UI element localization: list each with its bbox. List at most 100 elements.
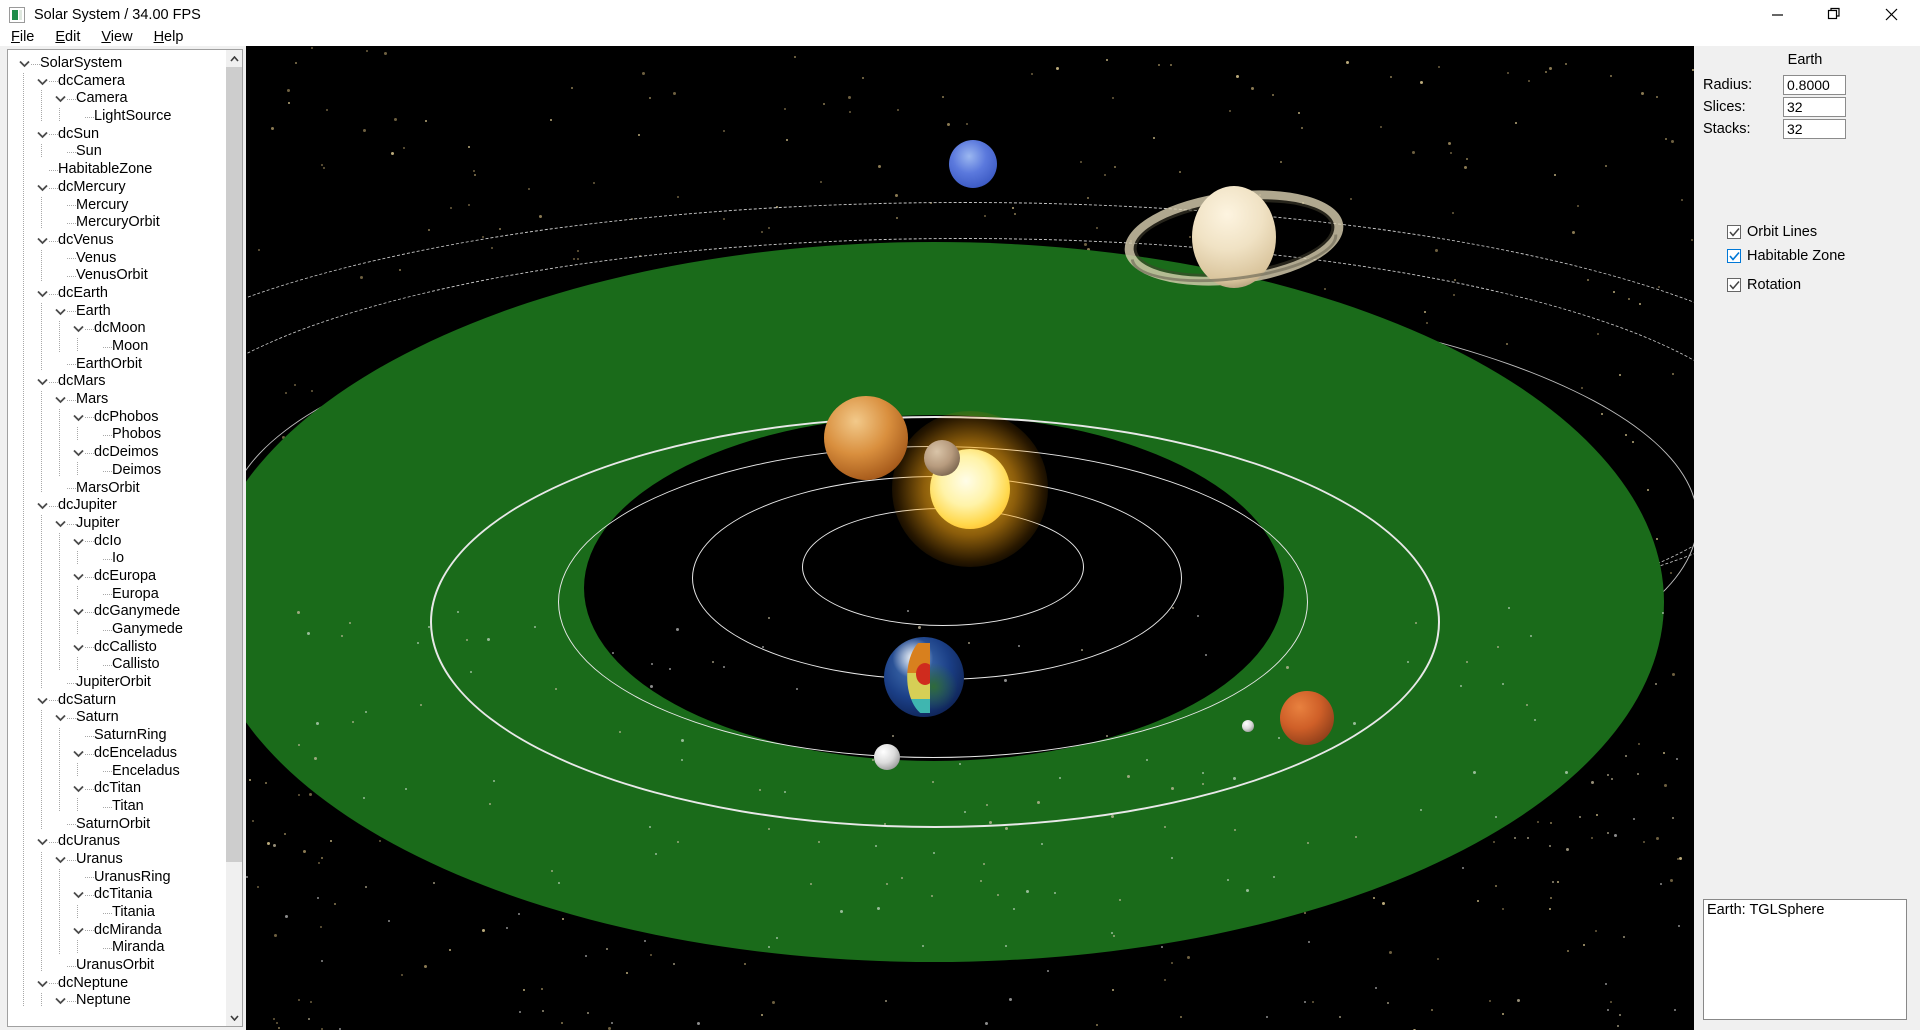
chevron-down-icon[interactable] — [54, 709, 67, 727]
chevron-down-icon[interactable] — [72, 780, 85, 798]
menu-view[interactable]: View — [97, 29, 136, 46]
checkbox-habitable-zone[interactable]: Habitable Zone — [1727, 248, 1845, 264]
checkbox-habitable-zone-box[interactable] — [1727, 249, 1741, 263]
tree-node-label: Uranus — [76, 850, 123, 867]
mars-body[interactable] — [1280, 691, 1334, 745]
star — [315, 722, 319, 726]
tree-node-dcJupiter[interactable]: dcJupiter — [8, 497, 225, 515]
chevron-down-icon[interactable] — [36, 497, 49, 515]
tree-node-dcMars[interactable]: dcMars — [8, 373, 225, 391]
chevron-down-icon[interactable] — [72, 886, 85, 904]
chevron-down-icon[interactable] — [36, 373, 49, 391]
star — [362, 796, 365, 799]
slices-input[interactable] — [1783, 97, 1846, 117]
star — [1110, 815, 1114, 819]
checkbox-rotation[interactable]: Rotation — [1727, 277, 1801, 293]
tree-scrollbar-thumb[interactable] — [226, 67, 242, 862]
tree-node-label: MarsOrbit — [76, 479, 140, 496]
chevron-down-icon[interactable] — [36, 126, 49, 144]
chevron-down-icon[interactable] — [18, 55, 31, 73]
chevron-down-icon[interactable] — [72, 409, 85, 427]
checkbox-orbit-lines[interactable]: Orbit Lines — [1727, 224, 1817, 240]
tree-scrollbar[interactable] — [225, 50, 242, 1026]
chevron-down-icon[interactable] — [36, 179, 49, 197]
tree-node-dcMercury[interactable]: dcMercury — [8, 179, 225, 197]
checkbox-rotation-box[interactable] — [1727, 278, 1741, 292]
tree-connector — [85, 444, 94, 462]
close-button[interactable] — [1863, 0, 1920, 29]
star — [364, 886, 367, 889]
star — [297, 611, 301, 615]
star — [1579, 816, 1582, 818]
chevron-down-icon[interactable] — [72, 568, 85, 586]
tree-node-dcVenus[interactable]: dcVenus — [8, 232, 225, 250]
chevron-down-icon[interactable] — [72, 745, 85, 763]
moon-body[interactable] — [874, 744, 900, 770]
chevron-down-icon[interactable] — [54, 90, 67, 108]
tree-node-dcCamera[interactable]: dcCamera — [8, 73, 225, 91]
neptune-body[interactable] — [949, 140, 997, 188]
star — [586, 1012, 589, 1015]
menu-help[interactable]: Help — [150, 29, 188, 46]
maximize-button[interactable] — [1806, 0, 1863, 29]
venus-body[interactable] — [824, 396, 908, 480]
tree-node-dcSaturn[interactable]: dcSaturn — [8, 692, 225, 710]
menubar: File Edit View Help — [0, 29, 1920, 46]
star — [1005, 826, 1009, 830]
chevron-down-icon[interactable] — [54, 303, 67, 321]
chevron-down-icon[interactable] — [72, 320, 85, 338]
radius-input[interactable] — [1783, 75, 1846, 95]
chevron-down-icon[interactable] — [36, 285, 49, 303]
checkbox-orbit-lines-box[interactable] — [1727, 225, 1741, 239]
tree-node-label: Jupiter — [76, 514, 120, 531]
scroll-up-icon[interactable] — [226, 50, 242, 67]
chevron-down-icon[interactable] — [36, 833, 49, 851]
tree-scrollbar-track[interactable] — [226, 67, 242, 1009]
scene-viewport-3d[interactable] — [246, 46, 1694, 1030]
chevron-down-icon[interactable] — [54, 391, 67, 409]
tree-node-dcNeptune[interactable]: dcNeptune — [8, 975, 225, 993]
chevron-down-icon[interactable] — [36, 232, 49, 250]
tree-connector — [103, 656, 112, 674]
chevron-down-icon[interactable] — [72, 922, 85, 940]
stacks-input[interactable] — [1783, 119, 1846, 139]
tree-node-dcEarth[interactable]: dcEarth — [8, 285, 225, 303]
menu-file[interactable]: File — [7, 29, 38, 46]
chevron-down-icon[interactable] — [36, 975, 49, 993]
chevron-down-icon[interactable] — [54, 515, 67, 533]
chevron-down-icon[interactable] — [72, 639, 85, 657]
earth-body[interactable] — [884, 637, 964, 717]
chevron-down-icon[interactable] — [72, 444, 85, 462]
chevron-down-icon[interactable] — [36, 692, 49, 710]
tree-node-label: dcMiranda — [94, 921, 162, 938]
chevron-down-icon[interactable] — [36, 73, 49, 91]
tree-node-label: Deimos — [112, 461, 162, 478]
star — [1529, 635, 1532, 638]
tree-connector — [67, 90, 76, 108]
chevron-down-icon[interactable] — [54, 992, 67, 1010]
chevron-down-icon[interactable] — [54, 851, 67, 869]
phobos-body[interactable] — [1242, 720, 1254, 732]
star — [517, 913, 520, 916]
tree-node-SolarSystem[interactable]: SolarSystem — [8, 55, 225, 73]
scene-tree-panel: SolarSystem dcCamera Camera LightSource dcSu… — [7, 49, 243, 1027]
chevron-down-icon[interactable] — [72, 603, 85, 621]
minimize-button[interactable] — [1749, 0, 1806, 29]
scene-tree[interactable]: SolarSystem dcCamera Camera LightSource dcSu… — [8, 50, 225, 1010]
scroll-down-icon[interactable] — [226, 1009, 242, 1026]
menu-edit[interactable]: Edit — [51, 29, 84, 46]
tree-guide-line — [59, 409, 60, 476]
tree-node-dcSun[interactable]: dcSun — [8, 126, 225, 144]
tree-node-label: Earth — [76, 302, 111, 319]
mercury-body[interactable] — [924, 440, 960, 476]
star — [551, 869, 554, 872]
tree-node-HabitableZone[interactable]: HabitableZone — [8, 161, 225, 179]
tree-node-dcUranus[interactable]: dcUranus — [8, 833, 225, 851]
star — [1012, 908, 1015, 911]
chevron-down-icon[interactable] — [72, 533, 85, 551]
tree-connector — [67, 709, 76, 727]
star — [1607, 832, 1610, 835]
